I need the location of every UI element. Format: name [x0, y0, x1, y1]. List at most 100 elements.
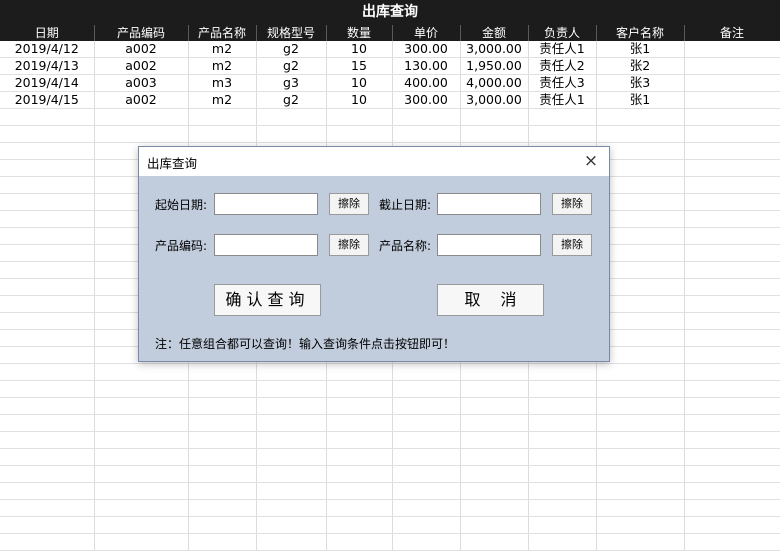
- table-cell[interactable]: [596, 465, 685, 483]
- end-date-input[interactable]: [437, 193, 541, 215]
- table-cell[interactable]: g2: [256, 41, 327, 58]
- product-code-input[interactable]: [214, 234, 318, 256]
- table-cell[interactable]: [392, 448, 461, 466]
- table-cell[interactable]: [392, 108, 461, 126]
- table-cell[interactable]: [392, 482, 461, 500]
- table-cell[interactable]: [326, 125, 393, 143]
- table-cell[interactable]: 2019/4/13: [0, 57, 95, 75]
- table-cell[interactable]: [684, 499, 780, 517]
- table-cell[interactable]: m2: [188, 91, 257, 109]
- table-cell[interactable]: 300.00: [392, 41, 461, 58]
- table-cell[interactable]: [94, 414, 189, 432]
- table-cell[interactable]: [0, 431, 95, 449]
- table-cell[interactable]: 张2: [596, 57, 685, 75]
- table-cell[interactable]: [392, 465, 461, 483]
- table-cell[interactable]: [188, 125, 257, 143]
- table-cell[interactable]: [0, 278, 95, 296]
- clear-end-date-button[interactable]: 擦除: [552, 193, 592, 215]
- table-cell[interactable]: [188, 533, 257, 551]
- table-cell[interactable]: [0, 176, 95, 194]
- table-cell[interactable]: [0, 448, 95, 466]
- table-cell[interactable]: g3: [256, 74, 327, 92]
- table-cell[interactable]: [684, 261, 780, 279]
- table-cell[interactable]: 2019/4/15: [0, 91, 95, 109]
- table-cell[interactable]: [188, 363, 257, 381]
- table-cell[interactable]: 2019/4/12: [0, 41, 95, 58]
- table-cell[interactable]: m3: [188, 74, 257, 92]
- table-cell[interactable]: 张1: [596, 41, 685, 58]
- table-cell[interactable]: [94, 533, 189, 551]
- table-cell[interactable]: [684, 363, 780, 381]
- table-cell[interactable]: [684, 74, 780, 92]
- table-cell[interactable]: [0, 414, 95, 432]
- table-cell[interactable]: [0, 397, 95, 415]
- table-cell[interactable]: [94, 125, 189, 143]
- table-cell[interactable]: [596, 482, 685, 500]
- table-cell[interactable]: [94, 363, 189, 381]
- table-cell[interactable]: [0, 244, 95, 262]
- table-cell[interactable]: [684, 431, 780, 449]
- table-cell[interactable]: [684, 41, 780, 58]
- table-cell[interactable]: [188, 414, 257, 432]
- table-cell[interactable]: [460, 465, 529, 483]
- table-cell[interactable]: 130.00: [392, 57, 461, 75]
- table-cell[interactable]: [94, 465, 189, 483]
- table-cell[interactable]: 责任人2: [528, 57, 597, 75]
- table-cell[interactable]: [326, 431, 393, 449]
- table-cell[interactable]: [0, 465, 95, 483]
- table-cell[interactable]: [256, 465, 327, 483]
- table-cell[interactable]: [684, 210, 780, 228]
- table-cell[interactable]: [596, 414, 685, 432]
- table-cell[interactable]: [528, 465, 597, 483]
- table-cell[interactable]: [256, 414, 327, 432]
- table-cell[interactable]: [392, 533, 461, 551]
- table-cell[interactable]: [596, 516, 685, 534]
- table-cell[interactable]: [684, 482, 780, 500]
- table-cell[interactable]: 3,000.00: [460, 91, 529, 109]
- table-cell[interactable]: 2019/4/14: [0, 74, 95, 92]
- table-cell[interactable]: [0, 346, 95, 364]
- table-cell[interactable]: 3,000.00: [460, 41, 529, 58]
- table-cell[interactable]: [460, 363, 529, 381]
- table-cell[interactable]: m2: [188, 41, 257, 58]
- table-cell[interactable]: [596, 533, 685, 551]
- table-cell[interactable]: 400.00: [392, 74, 461, 92]
- table-cell[interactable]: [0, 142, 95, 160]
- table-cell[interactable]: [94, 516, 189, 534]
- table-cell[interactable]: 责任人1: [528, 41, 597, 58]
- close-icon[interactable]: ×: [581, 151, 601, 171]
- table-cell[interactable]: [326, 108, 393, 126]
- table-cell[interactable]: a002: [94, 41, 189, 58]
- table-cell[interactable]: [256, 482, 327, 500]
- table-cell[interactable]: [528, 397, 597, 415]
- table-cell[interactable]: [256, 380, 327, 398]
- table-cell[interactable]: 10: [326, 74, 393, 92]
- table-cell[interactable]: [528, 431, 597, 449]
- table-cell[interactable]: 15: [326, 57, 393, 75]
- table-cell[interactable]: [596, 397, 685, 415]
- table-cell[interactable]: [596, 431, 685, 449]
- table-cell[interactable]: [256, 431, 327, 449]
- table-cell[interactable]: 300.00: [392, 91, 461, 109]
- table-cell[interactable]: [326, 516, 393, 534]
- start-date-input[interactable]: [214, 193, 318, 215]
- table-cell[interactable]: [392, 380, 461, 398]
- table-cell[interactable]: [460, 414, 529, 432]
- table-cell[interactable]: [528, 499, 597, 517]
- table-cell[interactable]: [684, 91, 780, 109]
- table-cell[interactable]: [684, 533, 780, 551]
- table-cell[interactable]: [684, 465, 780, 483]
- table-cell[interactable]: [684, 329, 780, 347]
- table-cell[interactable]: [528, 414, 597, 432]
- table-cell[interactable]: [326, 448, 393, 466]
- table-cell[interactable]: [392, 499, 461, 517]
- table-cell[interactable]: [684, 312, 780, 330]
- table-cell[interactable]: [528, 448, 597, 466]
- table-cell[interactable]: g2: [256, 57, 327, 75]
- table-cell[interactable]: [256, 499, 327, 517]
- table-cell[interactable]: [684, 448, 780, 466]
- table-cell[interactable]: 张3: [596, 74, 685, 92]
- table-cell[interactable]: [460, 448, 529, 466]
- table-cell[interactable]: [0, 159, 95, 177]
- table-cell[interactable]: [460, 397, 529, 415]
